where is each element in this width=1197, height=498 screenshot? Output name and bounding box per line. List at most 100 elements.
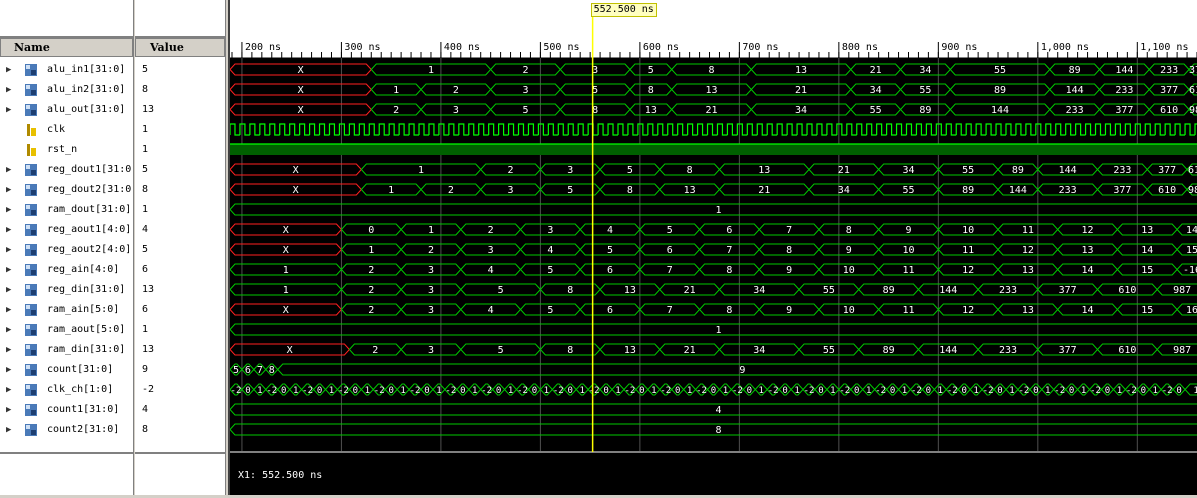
signal-value-row[interactable]: 1 <box>135 200 225 220</box>
bus-value-label: 34 <box>795 105 807 116</box>
bus-value-label: 3 <box>488 245 494 256</box>
signal-row[interactable]: ▶ reg_dout1[31:0 <box>0 160 133 180</box>
signal-name: ram_dout[31:0] <box>47 204 132 215</box>
bus-value-label: 6 <box>245 365 251 376</box>
signal-row[interactable]: ▶ reg_din[31:0] <box>0 280 133 300</box>
signal-name: alu_in2[31:0] <box>47 84 126 95</box>
signal-row[interactable]: ▶ ram_aout[5:0] <box>0 320 133 340</box>
bus-value-label: 1 <box>651 386 656 396</box>
signal-row[interactable]: ▶ alu_in2[31:0] <box>0 80 133 100</box>
waveform-canvas[interactable]: 200 ns 300 ns 400 ns 500 ns 600 ns 700 ns 800 … <box>229 0 1197 495</box>
signal-value-row[interactable]: 1 <box>135 140 225 160</box>
signal-value-row[interactable]: 1 <box>135 320 225 340</box>
expand-arrow-icon[interactable]: ▶ <box>6 80 11 100</box>
expand-arrow-icon[interactable]: ▶ <box>6 220 11 240</box>
bus-value-label: 0 <box>1141 386 1146 396</box>
bus-value-label: 34 <box>753 285 765 296</box>
bus-value-label: 10 <box>843 265 855 276</box>
bus-value-label: 13 <box>1022 305 1034 316</box>
expand-arrow-icon[interactable]: ▶ <box>6 380 11 400</box>
signal-value-row[interactable]: 4 <box>135 220 225 240</box>
signal-value-row[interactable]: 5 <box>135 160 225 180</box>
bus-value-label: 8 <box>687 165 693 176</box>
bus-value-label: 0 <box>854 386 859 396</box>
value-column-header[interactable]: Value <box>135 38 225 57</box>
expand-arrow-icon[interactable]: ▶ <box>6 180 11 200</box>
waveform-pane[interactable]: 200 ns 300 ns 400 ns 500 ns 600 ns 700 ns 800 … <box>228 0 1197 495</box>
bus-value-label: -2 <box>338 386 349 396</box>
bus-segment <box>229 423 1197 436</box>
value-pane-bottom <box>135 452 225 495</box>
bus-value-label: 0 <box>532 386 537 396</box>
expand-arrow-icon[interactable]: ▶ <box>6 400 11 420</box>
signal-value-row[interactable]: -2 <box>135 380 225 400</box>
signal-row[interactable]: ▶ ram_din[31:0] <box>0 340 133 360</box>
bus-value-label: 0 <box>675 386 680 396</box>
ruler-tick-label: 200 ns <box>245 42 281 53</box>
bus-value-label: 2 <box>488 225 494 236</box>
bus-value-label: 3 <box>428 285 434 296</box>
signal-row[interactable]: ▶ reg_dout2[31:0 <box>0 180 133 200</box>
signal-value-row[interactable]: 8 <box>135 420 225 440</box>
expand-arrow-icon[interactable]: ▶ <box>6 240 11 260</box>
bus-value-label: 1 <box>615 386 620 396</box>
signal-row[interactable]: ▶ reg_aout1[4:0] <box>0 220 133 240</box>
expand-arrow-icon[interactable]: ▶ <box>6 420 11 440</box>
signal-value-row[interactable]: 4 <box>135 400 225 420</box>
expand-arrow-icon[interactable]: ▶ <box>6 100 11 120</box>
expand-arrow-icon[interactable]: ▶ <box>6 60 11 80</box>
signal-row[interactable]: rst_n <box>0 140 133 160</box>
signal-value-row[interactable]: 8 <box>135 180 225 200</box>
signal-value-row[interactable]: 6 <box>135 300 225 320</box>
bus-value-label: 3 <box>453 105 459 116</box>
bus-value-label: 0 <box>460 386 465 396</box>
signal-value-row[interactable]: 13 <box>135 280 225 300</box>
signal-value-row[interactable]: 1 <box>135 120 225 140</box>
signal-value-row[interactable]: 13 <box>135 100 225 120</box>
expand-arrow-icon[interactable]: ▶ <box>6 340 11 360</box>
bus-segment <box>229 403 1197 416</box>
expand-arrow-icon[interactable]: ▶ <box>6 200 11 220</box>
signal-value-row[interactable]: 5 <box>135 60 225 80</box>
bus-segment <box>229 203 1197 216</box>
signal-value-row[interactable]: 5 <box>135 240 225 260</box>
signal-row[interactable]: ▶ count[31:0] <box>0 360 133 380</box>
bus-value-label: 11 <box>902 305 914 316</box>
bus-icon <box>25 304 37 316</box>
bus-value-label: -2 <box>1018 386 1029 396</box>
bus-icon <box>25 344 37 356</box>
signal-value-row[interactable]: 9 <box>135 360 225 380</box>
bus-value-label: 2 <box>522 65 528 76</box>
bus-value-label: 13 <box>624 345 636 356</box>
signal-value-row[interactable]: 8 <box>135 80 225 100</box>
expand-arrow-icon[interactable]: ▶ <box>6 160 11 180</box>
bus-value-label: 1 <box>830 386 835 396</box>
signal-row[interactable]: ▶ reg_ain[4:0] <box>0 260 133 280</box>
signal-value-row[interactable]: 13 <box>135 340 225 360</box>
bus-value-label: 5 <box>627 165 633 176</box>
bus-value-label: 233 <box>1059 185 1077 196</box>
bus-value-label: 21 <box>684 345 696 356</box>
expand-arrow-icon[interactable]: ▶ <box>6 260 11 280</box>
expand-arrow-icon[interactable]: ▶ <box>6 320 11 340</box>
signal-row[interactable]: ▶ ram_dout[31:0] <box>0 200 133 220</box>
expand-arrow-icon[interactable]: ▶ <box>6 360 11 380</box>
signal-row[interactable]: ▶ clk_ch[1:0] <box>0 380 133 400</box>
signal-row[interactable]: ▶ ram_ain[5:0] <box>0 300 133 320</box>
expand-arrow-icon[interactable]: ▶ <box>6 280 11 300</box>
bus-value-label: -2 <box>266 386 277 396</box>
name-column-header[interactable]: Name <box>0 38 133 57</box>
signal-row[interactable]: ▶ count2[31:0] <box>0 420 133 440</box>
bus-value-label: X <box>298 65 304 76</box>
signal-value-row[interactable]: 6 <box>135 260 225 280</box>
signal-row[interactable]: ▶ reg_aout2[4:0] <box>0 240 133 260</box>
signal-row[interactable]: ▶ alu_out[31:0] <box>0 100 133 120</box>
bit-icon <box>25 124 37 136</box>
signal-row[interactable]: ▶ alu_in1[31:0] <box>0 60 133 80</box>
signal-row[interactable]: ▶ count1[31:0] <box>0 400 133 420</box>
expand-arrow-icon[interactable]: ▶ <box>6 300 11 320</box>
cursor-time-label[interactable]: 552.500 ns <box>590 3 657 17</box>
bus-value-label: 5 <box>547 265 553 276</box>
signal-row[interactable]: clk <box>0 120 133 140</box>
bus-value-label: 144 <box>1059 165 1077 176</box>
